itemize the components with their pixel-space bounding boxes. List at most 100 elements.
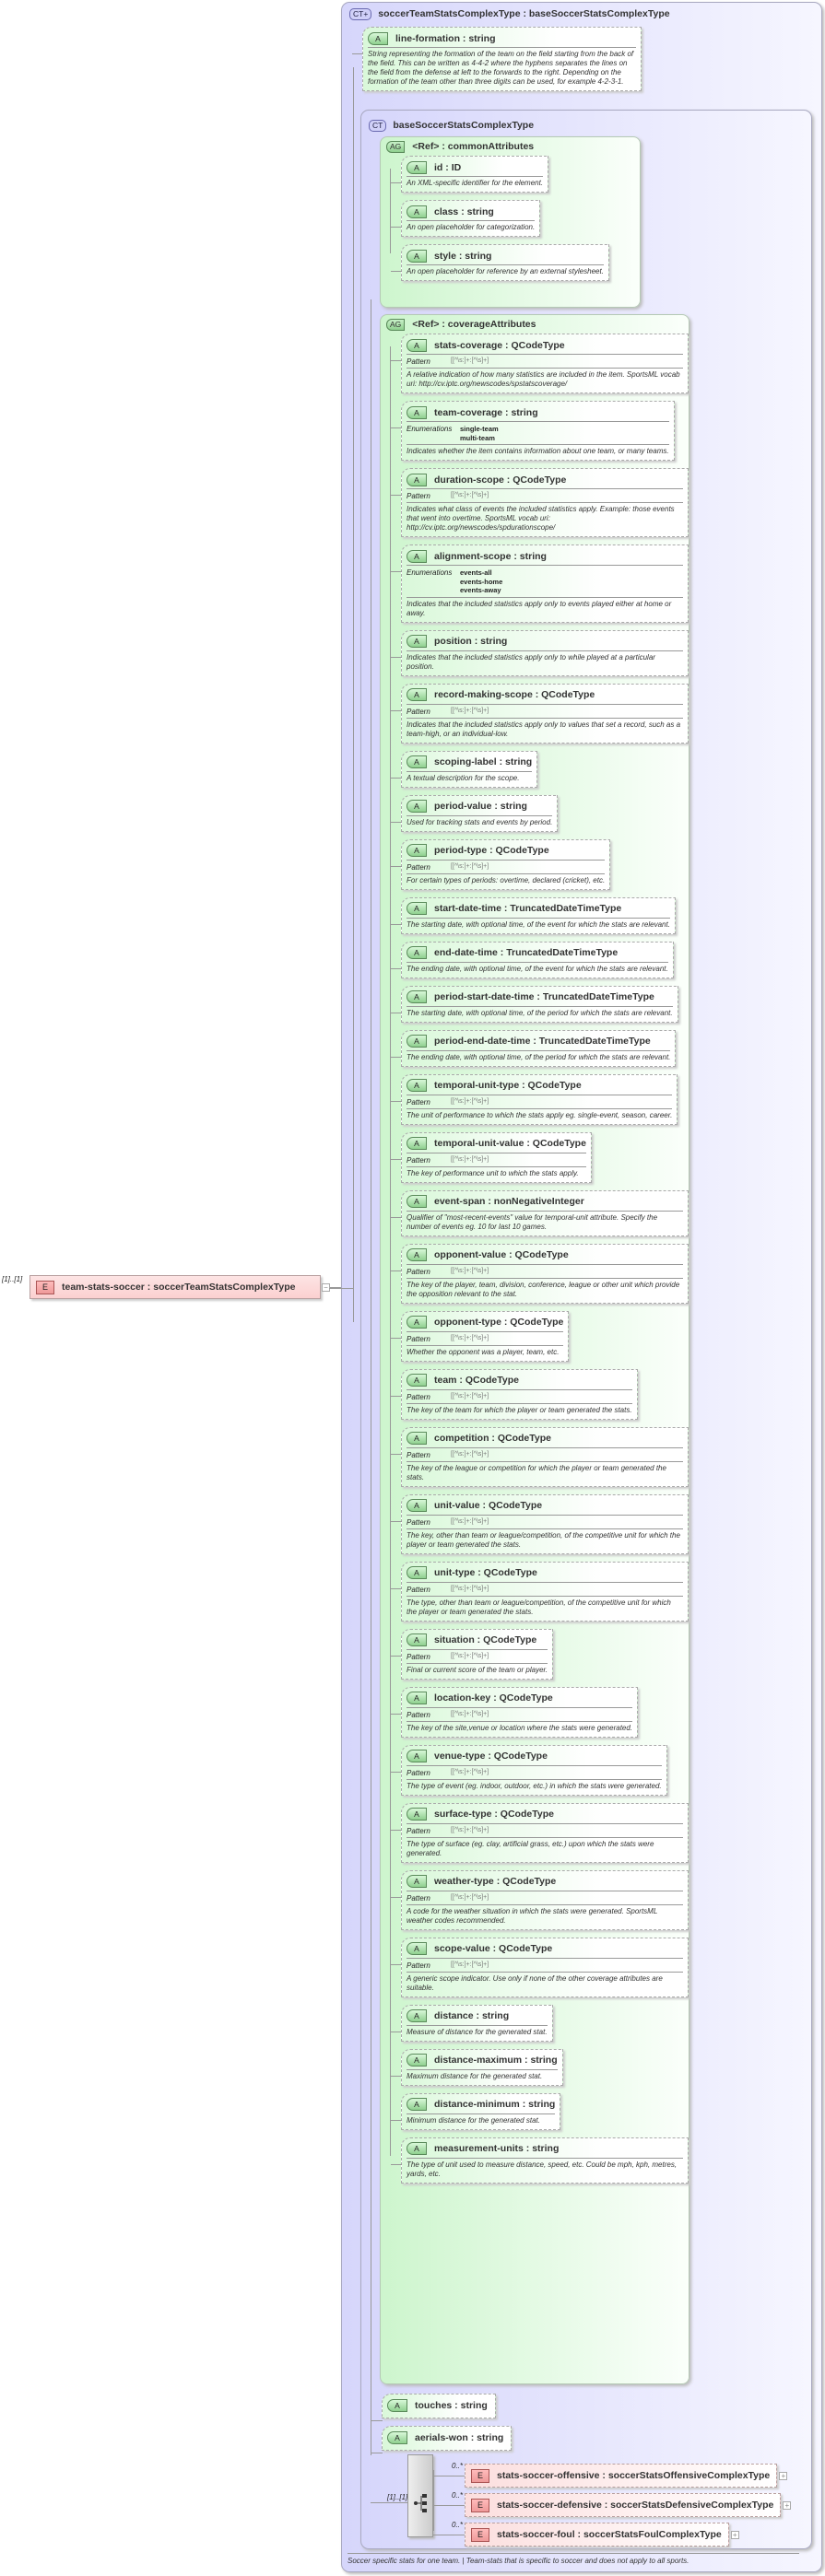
element-stats-soccer-offensive[interactable]: Estats-soccer-offensive : soccerStatsOff… [465,2464,788,2488]
attribute-opponent-value[interactable]: Aopponent-value : QCodeType Pattern [[^\s:… [391,1243,689,1304]
attribute-event-span[interactable]: Aevent-span : nonNegativeInteger Qualifie… [391,1189,689,1236]
attribute-period-type[interactable]: Aperiod-type : QCodeType Pattern [[^\s:]+:… [390,838,611,890]
attribute-aerials-won[interactable]: Aaerials-won : string [371,2426,513,2453]
element-stats-soccer-foul[interactable]: Estats-soccer-foul : soccerStatsFoulComp… [465,2523,739,2547]
attribute-header: Aperiod-end-date-time : TruncatedDateTim… [407,1033,671,1051]
attribute-type: QCodeType [497,1433,551,1444]
element-name: stats-soccer-foul [497,2529,575,2540]
attribute-description: An XML-specific identifier for the eleme… [407,179,544,187]
pattern-label: Pattern [407,357,430,366]
attribute-type: TruncatedDateTimeType [510,903,622,914]
separator: : [532,689,542,700]
attribute-stats-coverage[interactable]: Astats-coverage : QCodeType Pattern [[^\s:… [391,334,689,393]
attribute-class[interactable]: Aclass : string An open placeholder for c… [390,200,541,237]
attribute-alignment-scope[interactable]: Aalignment-scope : string Enumerations eve… [391,544,689,623]
attribute-icon: A [407,160,427,174]
attribute-header: Aend-date-time : TruncatedDateTimeType [407,944,668,963]
pattern-label: Pattern [407,1155,430,1165]
attribute-record-making-scope[interactable]: Arecord-making-scope : QCodeType Pattern [… [391,683,689,744]
attribute-team[interactable]: Ateam : QCodeType Pattern [[^\s:]+:[^\s]+]… [391,1368,638,1420]
attribute-line-formation[interactable]: Aline-formation : string String represen… [352,27,642,91]
attribute-name: temporal-unit-value [434,1138,524,1149]
attribute-header: Aevent-span : nonNegativeInteger [407,1193,683,1212]
attribute-icon: A [407,1633,427,1646]
attribute-weather-type[interactable]: Aweather-type : QCodeType Pattern [[^\s:]+… [391,1869,689,1930]
attribute-group-title: <Ref> : commonAttributes [412,141,535,152]
pattern-value: [[^\s:]+:[^\s]+] [451,357,489,364]
attribute-icon: A [387,2431,407,2444]
attribute-name: id [434,161,443,173]
element-team-stats-soccer[interactable]: E team-stats-soccer : soccerTeamStatsCom… [29,1275,321,1299]
attribute-group-coverage: AG <Ref> : coverageAttributes Astats-cove… [380,314,689,2384]
attribute-name: duration-scope [434,474,504,486]
attribute-type: string [500,801,527,812]
attribute-opponent-type[interactable]: Aopponent-type : QCodeType Pattern [[^\s:]… [390,1310,570,1362]
attribute-period-end-date-time[interactable]: Aperiod-end-date-time : TruncatedDateTim… [390,1029,677,1067]
attribute-period-value[interactable]: Aperiod-value : string Used for tracking … [390,794,559,832]
attribute-distance-minimum[interactable]: Adistance-minimum : string Minimum distan… [390,2092,561,2130]
attribute-surface-type[interactable]: Asurface-type : QCodeType Pattern [[^\s:]+… [391,1802,689,1863]
attribute-unit-type[interactable]: Aunit-type : QCodeType Pattern [[^\s:]+:[^… [391,1561,689,1622]
attribute-touches[interactable]: Atouches : string [371,2394,496,2421]
attribute-name: style [434,250,456,262]
attribute-duration-scope[interactable]: Aduration-scope : QCodeType Pattern [[^\s:… [391,468,689,537]
pattern-row: Pattern [[^\s:]+:[^\s]+] [407,1517,683,1529]
element-stats-soccer-defensive[interactable]: Estats-soccer-defensive : soccerStatsDef… [465,2493,792,2517]
attribute-end-date-time[interactable]: Aend-date-time : TruncatedDateTimeType Th… [391,941,674,978]
attribute-list: Astats-coverage : QCodeType Pattern [[^\s:… [381,334,689,2184]
attribute-competition[interactable]: Acompetition : QCodeType Pattern [[^\s:]+:… [391,1426,689,1487]
attribute-style[interactable]: Astyle : string An open placeholder for r… [391,244,609,281]
attribute-unit-value[interactable]: Aunit-value : QCodeType Pattern [[^\s:]+:[… [391,1493,689,1554]
attribute-type: QCodeType [499,1943,553,1954]
attribute-icon: A [407,1566,427,1579]
expand-icon[interactable]: + [730,2530,739,2539]
sequence-compositor[interactable] [407,2454,433,2537]
separator: : [491,1809,501,1820]
attribute-header: Asurface-type : QCodeType [407,1806,683,1824]
pattern-row: Pattern [[^\s:]+:[^\s]+] [407,1392,632,1404]
attribute-temporal-unit-type[interactable]: Atemporal-unit-type : QCodeType Pattern [[… [390,1073,678,1125]
pattern-label: Pattern [407,1450,430,1459]
attribute-team-coverage[interactable]: Ateam-coverage : string Enumerations singl… [391,401,675,461]
attribute-icon: A [407,1248,427,1261]
attribute-period-start-date-time[interactable]: Aperiod-start-date-time : TruncatedDateT… [391,985,678,1023]
attribute-icon: A [407,1195,427,1208]
attribute-venue-type[interactable]: Avenue-type : QCodeType Pattern [[^\s:]+:[… [391,1744,667,1796]
attribute-name: opponent-value [434,1249,507,1260]
separator: : [473,2010,482,2021]
attribute-scope-value[interactable]: Ascope-value : QCodeType Pattern [[^\s:]+:… [391,1937,689,1997]
attribute-name: position [434,636,472,647]
attribute-icon: A [407,1750,427,1762]
attribute-scoping-label[interactable]: Ascoping-label : string A textual descrip… [390,750,538,788]
attribute-header: Aperiod-value : string [407,798,553,816]
attribute-icon: A [407,2098,427,2111]
attribute-distance[interactable]: Adistance : string Measure of distance fo… [391,2004,553,2042]
attribute-icon: A [407,1137,427,1150]
attribute-icon: A [407,1374,427,1387]
pattern-row: Pattern [[^\s:]+:[^\s]+] [407,862,606,874]
pattern-row: Pattern [[^\s:]+:[^\s]+] [407,1334,564,1346]
separator: : [489,1943,500,1954]
attribute-icon: A [407,549,427,563]
attribute-header: Ascope-value : QCodeType [407,1940,683,1959]
attribute-location-key[interactable]: Alocation-key : QCodeType Pattern [[^\s:]+… [390,1686,639,1738]
separator: : [479,1500,489,1511]
attribute-distance-maximum[interactable]: Adistance-maximum : string Maximum distan… [391,2048,563,2086]
pattern-label: Pattern [407,1585,430,1594]
pattern-label: Pattern [407,1826,430,1835]
attribute-type: QCodeType [493,1751,548,1762]
attribute-position[interactable]: Aposition : string Indicates that the inc… [391,629,689,676]
attribute-situation[interactable]: Asituation : QCodeType Pattern [[^\s:]+:[^… [390,1628,554,1680]
attribute-type: QCodeType [527,1080,582,1091]
attribute-type: nonNegativeInteger [493,1196,584,1207]
expand-icon[interactable]: + [779,2471,788,2480]
attribute-type: QCodeType [483,1634,537,1645]
attribute-icon: A [407,755,427,768]
attribute-name: distance-minimum [434,2099,520,2110]
expand-icon[interactable]: + [783,2500,792,2510]
attribute-temporal-unit-value[interactable]: Atemporal-unit-value : QCodeType Pattern [… [391,1131,592,1183]
attribute-measurement-units[interactable]: Ameasurement-units : string The type of u… [391,2137,689,2184]
pattern-label: Pattern [407,492,430,500]
attribute-start-date-time[interactable]: Astart-date-time : TruncatedDateTimeType… [391,896,676,934]
attribute-id[interactable]: Aid : ID An XML-specific identifier for t… [390,156,549,193]
